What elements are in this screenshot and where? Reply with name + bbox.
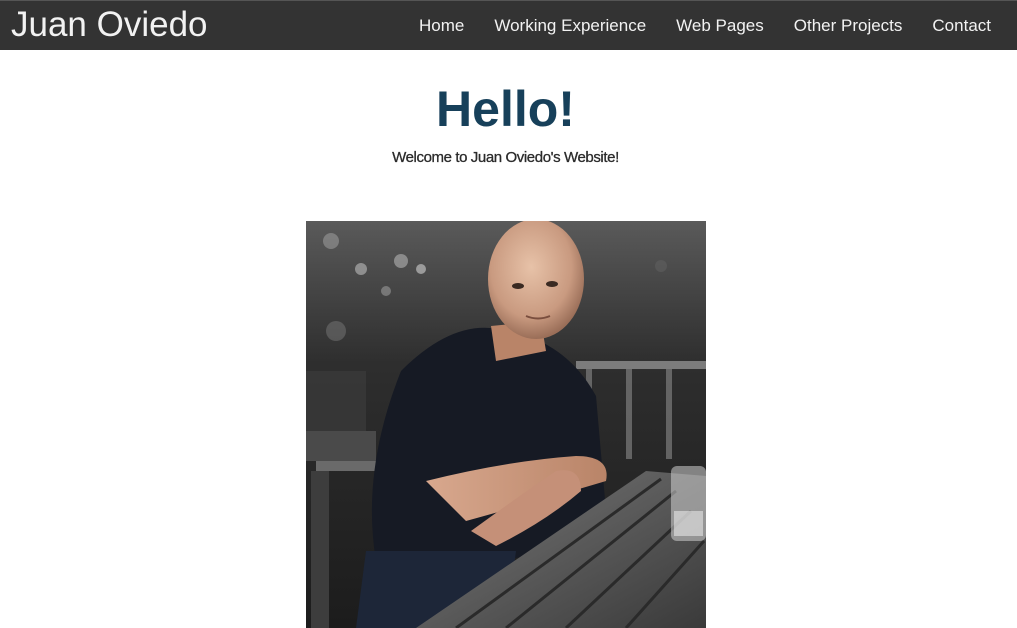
- nav-links: Home Working Experience Web Pages Other …: [404, 1, 1017, 50]
- profile-photo: [306, 221, 706, 628]
- welcome-subtitle: Welcome to Juan Oviedo's Website!: [392, 149, 619, 166]
- nav-link-home[interactable]: Home: [404, 1, 479, 50]
- site-brand-link[interactable]: Juan Oviedo: [11, 5, 208, 45]
- nav-link-web-pages[interactable]: Web Pages: [661, 1, 779, 50]
- top-navbar: Juan Oviedo Home Working Experience Web …: [0, 0, 1017, 50]
- nav-link-working-experience[interactable]: Working Experience: [479, 1, 661, 50]
- nav-link-other-projects[interactable]: Other Projects: [779, 1, 918, 50]
- page-title: Hello!: [436, 81, 575, 137]
- nav-link-contact[interactable]: Contact: [917, 1, 1017, 50]
